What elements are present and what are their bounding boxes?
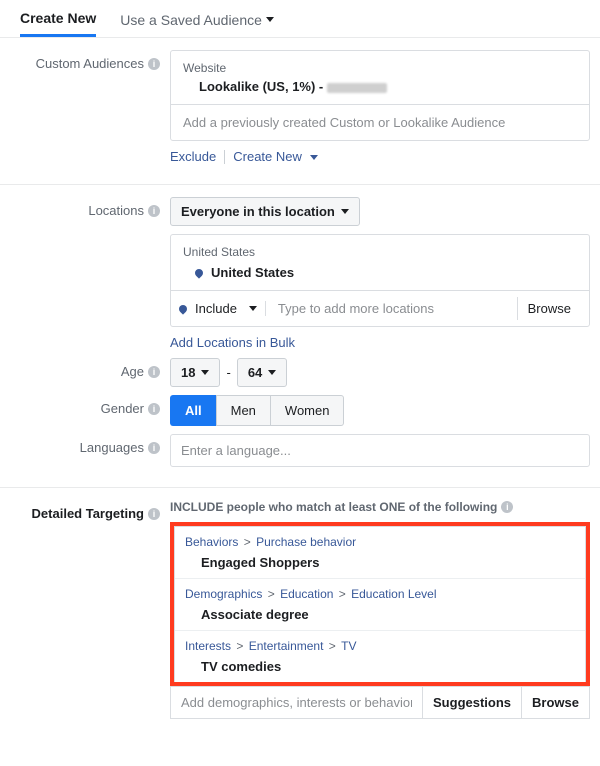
age-max-select[interactable]: 64: [237, 358, 287, 387]
create-new-link[interactable]: Create New: [233, 149, 317, 164]
caret-down-icon: [249, 306, 257, 311]
add-locations-bulk-link[interactable]: Add Locations in Bulk: [170, 335, 295, 350]
include-toggle[interactable]: Include: [179, 301, 266, 316]
age-min-select[interactable]: 18: [170, 358, 220, 387]
tab-create-new[interactable]: Create New: [20, 0, 96, 37]
gender-men-button[interactable]: Men: [216, 395, 271, 426]
targeting-breadcrumb[interactable]: Demographics > Education > Education Lev…: [185, 587, 575, 601]
targeting-breadcrumb[interactable]: Interests > Entertainment > TV: [185, 639, 575, 653]
divider: [224, 150, 225, 164]
browse-targeting-button[interactable]: Browse: [521, 687, 589, 718]
gender-all-button[interactable]: All: [170, 395, 216, 426]
lookalike-audience[interactable]: Lookalike (US, 1%) -: [199, 79, 323, 94]
age-min-value: 18: [181, 365, 195, 380]
custom-audiences-label: Custom Audiences: [36, 56, 144, 71]
languages-input[interactable]: [170, 434, 590, 467]
location-scope-label: Everyone in this location: [181, 204, 335, 219]
gender-label: Gender: [101, 401, 144, 416]
gender-women-button[interactable]: Women: [271, 395, 345, 426]
targeting-item[interactable]: TV comedies: [185, 659, 575, 674]
location-scope-select[interactable]: Everyone in this location: [170, 197, 360, 226]
caret-down-icon: [341, 209, 349, 214]
tab-saved-label: Use a Saved Audience: [120, 12, 262, 28]
info-icon[interactable]: i: [148, 205, 160, 217]
caret-down-icon: [201, 370, 209, 375]
exclude-link[interactable]: Exclude: [170, 149, 216, 164]
info-icon[interactable]: i: [148, 366, 160, 378]
detailed-targeting-input[interactable]: [171, 687, 422, 718]
languages-label: Languages: [80, 440, 144, 455]
info-icon[interactable]: i: [148, 58, 160, 70]
age-separator: -: [226, 365, 230, 380]
locations-label: Locations: [88, 203, 144, 218]
age-label: Age: [121, 364, 144, 379]
caret-down-icon: [310, 155, 318, 160]
redacted-text: [327, 83, 387, 93]
caret-down-icon: [266, 17, 274, 22]
location-country-item[interactable]: United States: [211, 265, 294, 280]
info-icon[interactable]: i: [501, 501, 513, 513]
add-audience-input[interactable]: Add a previously created Custom or Looka…: [171, 105, 589, 140]
highlight-box: Behaviors > Purchase behavior Engaged Sho…: [170, 522, 590, 686]
pin-icon: [177, 303, 188, 314]
caret-down-icon: [268, 370, 276, 375]
targeting-breadcrumb[interactable]: Behaviors > Purchase behavior: [185, 535, 575, 549]
targeting-item[interactable]: Associate degree: [185, 607, 575, 622]
create-new-label: Create New: [233, 149, 302, 164]
info-icon[interactable]: i: [148, 508, 160, 520]
info-icon[interactable]: i: [148, 442, 160, 454]
location-input[interactable]: [274, 297, 509, 320]
targeting-item[interactable]: Engaged Shoppers: [185, 555, 575, 570]
include-label: Include: [195, 301, 237, 316]
age-max-value: 64: [248, 365, 262, 380]
suggestions-button[interactable]: Suggestions: [422, 687, 521, 718]
browse-locations-button[interactable]: Browse: [517, 297, 581, 320]
tab-saved-audience[interactable]: Use a Saved Audience: [120, 2, 274, 36]
info-icon[interactable]: i: [148, 403, 160, 415]
pin-icon: [193, 267, 204, 278]
include-heading: INCLUDE people who match at least ONE of…: [170, 500, 497, 514]
location-country-header: United States: [183, 245, 577, 259]
website-label: Website: [183, 61, 577, 75]
detailed-targeting-label: Detailed Targeting: [32, 506, 144, 521]
